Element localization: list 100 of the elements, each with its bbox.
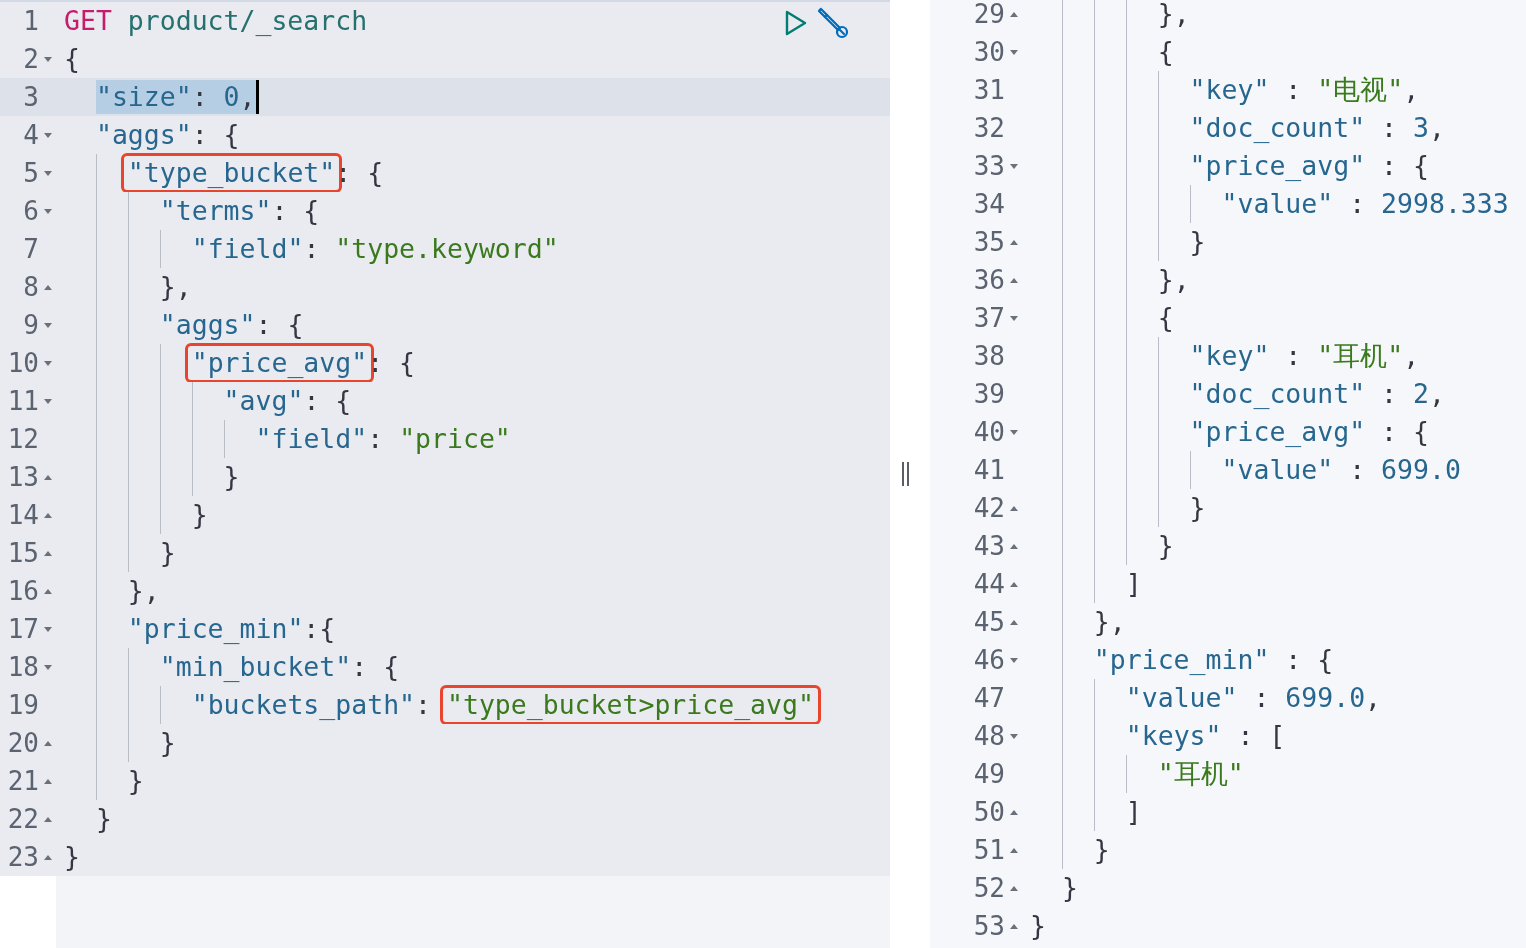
run-button[interactable]: [784, 10, 808, 36]
caret-up-icon[interactable]: [43, 816, 52, 822]
caret-up-icon[interactable]: [43, 284, 52, 290]
caret-down-icon[interactable]: [43, 322, 52, 328]
json-string: "type.keyword": [335, 232, 559, 266]
line-number: 38: [973, 341, 1005, 371]
caret-up-icon[interactable]: [1009, 885, 1018, 891]
caret-down-icon[interactable]: [43, 132, 52, 138]
line-number: 13: [7, 462, 39, 492]
json-key: "key": [1189, 73, 1270, 107]
caret-up-icon[interactable]: [43, 588, 52, 594]
caret-down-icon[interactable]: [1009, 429, 1018, 435]
code-punctuation: :: [1284, 73, 1303, 107]
line-number: 39: [973, 379, 1005, 409]
code-punctuation: :: [1380, 377, 1399, 411]
line-number: 41: [973, 455, 1005, 485]
code-punctuation: :: [1348, 453, 1367, 487]
caret-down-icon[interactable]: [43, 360, 52, 366]
caret-up-icon[interactable]: [1009, 505, 1018, 511]
caret-up-icon[interactable]: [43, 854, 52, 860]
code-punctuation: ,: [1365, 681, 1382, 715]
code-punctuation: : {: [191, 118, 240, 152]
code-punctuation: }: [1189, 491, 1206, 525]
code-punctuation: },: [127, 574, 160, 608]
line-number: 30: [973, 37, 1005, 67]
line-number: 16: [7, 576, 39, 606]
caret-up-icon[interactable]: [1009, 619, 1018, 625]
caret-down-icon[interactable]: [43, 170, 52, 176]
code-punctuation: ,: [1403, 73, 1420, 107]
caret-down-icon[interactable]: [43, 208, 52, 214]
code-punctuation: },: [1093, 605, 1126, 639]
caret-down-icon[interactable]: [1009, 315, 1018, 321]
caret-down-icon[interactable]: [43, 664, 52, 670]
caret-down-icon[interactable]: [1009, 733, 1018, 739]
json-string: "电视": [1317, 73, 1404, 107]
line-number: 19: [7, 690, 39, 720]
caret-down-icon[interactable]: [43, 56, 52, 62]
json-key: "value": [1221, 187, 1334, 221]
code-punctuation: ]: [1125, 795, 1142, 829]
code-punctuation: ,: [1428, 377, 1445, 411]
caret-up-icon[interactable]: [1009, 11, 1018, 17]
code-punctuation: :: [303, 232, 321, 266]
line-number: 43: [973, 531, 1005, 561]
caret-up-icon[interactable]: [1009, 847, 1018, 853]
json-key: "min_bucket": [159, 650, 352, 684]
caret-up-icon[interactable]: [1009, 809, 1018, 815]
json-key: "doc_count": [1189, 111, 1366, 145]
caret-down-icon[interactable]: [43, 398, 52, 404]
json-key: "price_avg": [1189, 415, 1366, 449]
line-number: 15: [7, 538, 39, 568]
line-number: 23: [7, 842, 39, 872]
line-number: 51: [973, 835, 1005, 865]
code-punctuation: : {: [271, 194, 320, 228]
json-key: "value": [1125, 681, 1238, 715]
caret-up-icon[interactable]: [1009, 923, 1018, 929]
caret-up-icon[interactable]: [1009, 239, 1018, 245]
caret-up-icon[interactable]: [43, 778, 52, 784]
json-number: 2998.333: [1381, 187, 1509, 221]
line-number: 4: [23, 120, 39, 150]
caret-up-icon[interactable]: [1009, 581, 1018, 587]
line-number: 20: [7, 728, 39, 758]
code-punctuation: }: [159, 726, 176, 760]
line-number: 42: [973, 493, 1005, 523]
caret-up-icon[interactable]: [43, 550, 52, 556]
caret-up-icon[interactable]: [43, 740, 52, 746]
line-number: 29: [973, 0, 1005, 29]
code-punctuation: : {: [351, 650, 400, 684]
json-key: "aggs": [95, 118, 192, 152]
caret-down-icon[interactable]: [1009, 163, 1018, 169]
code-punctuation: }: [95, 802, 112, 836]
line-number: 18: [7, 652, 39, 682]
resize-handle-icon[interactable]: [900, 462, 910, 486]
line-number: 52: [973, 873, 1005, 903]
json-number: 699.0: [1381, 453, 1461, 487]
line-number: 40: [973, 417, 1005, 447]
caret-down-icon[interactable]: [1009, 49, 1018, 55]
line-number: 9: [23, 310, 39, 340]
code-punctuation: }: [64, 840, 80, 874]
line-number: 8: [23, 272, 39, 302]
json-key: "keys": [1125, 719, 1222, 753]
caret-down-icon[interactable]: [43, 626, 52, 632]
code-punctuation: :: [1380, 111, 1399, 145]
line-number: 7: [23, 234, 39, 264]
line-number: 33: [973, 151, 1005, 181]
line-number: 21: [7, 766, 39, 796]
json-key: "field": [255, 422, 368, 456]
code-punctuation: }: [1157, 529, 1174, 563]
json-key: "aggs": [159, 308, 256, 342]
settings-button[interactable]: [816, 6, 850, 40]
caret-up-icon[interactable]: [1009, 277, 1018, 283]
code-punctuation: : [: [1236, 719, 1286, 753]
caret-up-icon[interactable]: [43, 512, 52, 518]
line-number: 36: [973, 265, 1005, 295]
json-key: "buckets_path": [191, 688, 416, 722]
caret-down-icon[interactable]: [1009, 657, 1018, 663]
line-number: 31: [973, 75, 1005, 105]
caret-up-icon[interactable]: [43, 474, 52, 480]
line-number: 48: [973, 721, 1005, 751]
code-punctuation: : {: [1284, 643, 1334, 677]
caret-up-icon[interactable]: [1009, 543, 1018, 549]
